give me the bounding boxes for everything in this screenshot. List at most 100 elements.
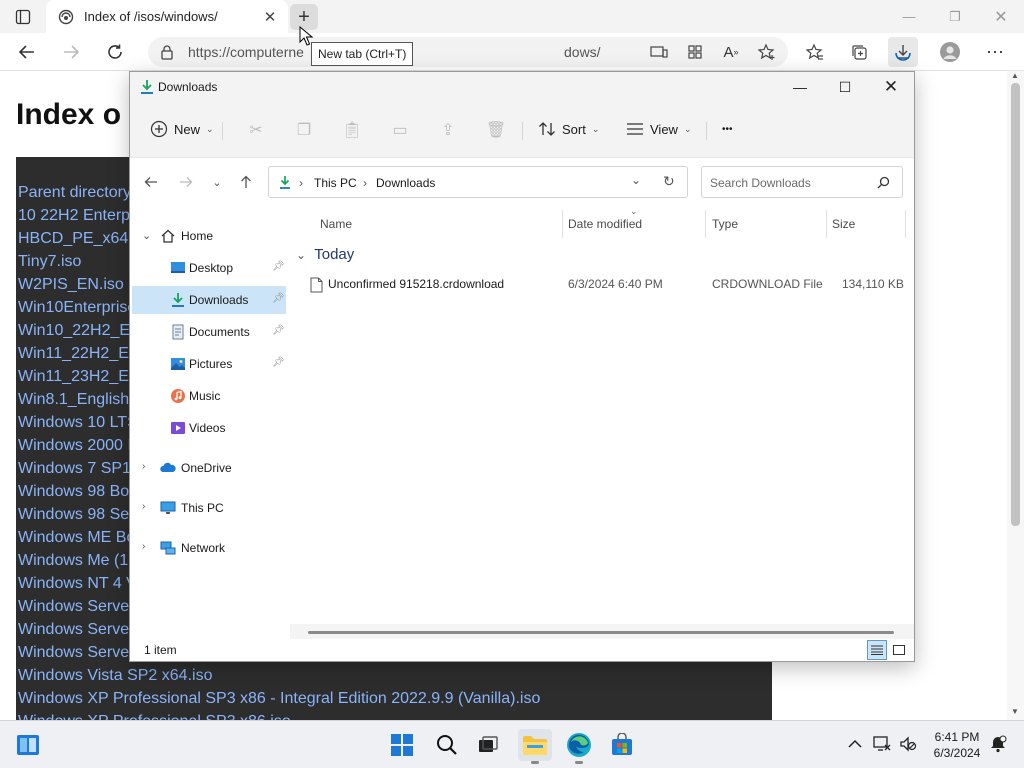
network-status-icon[interactable] — [872, 734, 892, 754]
sidebar-item-documents[interactable]: Documents 📌︎ — [132, 318, 286, 346]
column-divider[interactable] — [826, 210, 827, 238]
file-link[interactable]: Tiny7.iso — [18, 253, 81, 271]
up-folder-button[interactable] — [234, 170, 258, 194]
browser-tab[interactable]: Index of /isos/windows/ ✕ — [46, 0, 288, 33]
tiles-view-button[interactable] — [889, 640, 909, 660]
details-view-button[interactable] — [867, 640, 887, 660]
extensions-grid-icon[interactable] — [680, 37, 710, 67]
show-hidden-icons-chevron-icon[interactable] — [845, 734, 865, 754]
file-link[interactable]: Parent directory — [18, 184, 131, 202]
file-link[interactable]: Windows 2000 I — [18, 437, 132, 455]
collections-icon[interactable] — [844, 37, 874, 67]
widgets-button[interactable] — [11, 729, 45, 761]
column-divider[interactable] — [562, 210, 563, 238]
chevron-down-icon[interactable]: ⌄ — [631, 173, 641, 187]
explorer-title-bar[interactable]: Downloads — ☐ ✕ — [130, 72, 914, 102]
search-taskbar-button[interactable] — [430, 729, 464, 761]
file-link[interactable]: Windows Me (1 — [18, 552, 128, 570]
scroll-up-icon[interactable]: ▲ — [1011, 71, 1019, 80]
sidebar-item-pictures[interactable]: Pictures 📌︎ — [132, 350, 286, 378]
explorer-maximize-button[interactable]: ☐ — [822, 72, 868, 102]
browser-restore-button[interactable]: ❐ — [932, 0, 978, 33]
breadcrumb-this-pc[interactable]: This PC — [314, 176, 357, 190]
breadcrumb-downloads[interactable]: Downloads — [376, 176, 435, 190]
file-link[interactable]: Windows Server — [18, 598, 134, 616]
tab-actions-button[interactable] — [8, 6, 38, 28]
explorer-forward-button[interactable] — [174, 170, 198, 194]
store-taskbar-button[interactable] — [605, 729, 639, 761]
forward-button[interactable] — [56, 37, 86, 67]
explorer-close-button[interactable]: ✕ — [868, 72, 914, 102]
file-link[interactable]: Windows Server — [18, 644, 134, 662]
explorer-minimize-button[interactable]: — — [777, 72, 823, 102]
file-link[interactable]: Windows XP Professional SP3 x86.iso — [18, 713, 291, 720]
cut-icon[interactable]: ✂ — [244, 118, 268, 142]
file-link[interactable]: Windows Vista SP2 x64.iso — [18, 667, 212, 685]
chevron-right-icon[interactable]: › — [142, 501, 145, 512]
file-link[interactable]: Windows 98 Se — [18, 506, 129, 524]
recent-locations-icon[interactable]: ⌄ — [205, 170, 229, 194]
edge-taskbar-button[interactable] — [562, 729, 596, 764]
new-button[interactable]: New ⌄ — [150, 116, 214, 142]
volume-muted-icon[interactable] — [898, 734, 918, 754]
column-divider[interactable] — [705, 210, 706, 238]
taskbar-clock[interactable]: 6:41 PM 6/3/2024 — [928, 729, 986, 761]
file-link[interactable]: Windows ME Bo — [18, 529, 135, 547]
sidebar-item-downloads[interactable]: Downloads 📌︎ — [132, 286, 286, 314]
app-available-icon[interactable] — [644, 37, 674, 67]
file-explorer-taskbar-button[interactable] — [518, 729, 552, 764]
file-link[interactable]: Win11_22H2_En — [18, 345, 138, 363]
file-link[interactable]: Windows XP Professional SP3 x86 - Integr… — [18, 690, 540, 708]
file-link[interactable]: HBCD_PE_x64.is — [18, 230, 144, 248]
file-link[interactable]: Windows 7 SP1 — [18, 460, 131, 478]
column-header-date[interactable]: Date modified — [568, 217, 642, 231]
column-header-size[interactable]: Size — [832, 217, 855, 231]
view-button[interactable]: View ⌄ — [626, 116, 692, 142]
file-link[interactable]: Windows NT 4 V — [18, 575, 137, 593]
column-header-name[interactable]: Name — [320, 217, 352, 231]
start-button[interactable] — [385, 729, 419, 761]
more-options-icon[interactable]: ⋯ — [980, 37, 1010, 67]
sidebar-item-network[interactable]: › Network — [132, 534, 286, 562]
explorer-back-button[interactable] — [139, 170, 163, 194]
favorites-icon[interactable] — [800, 37, 830, 67]
tab-close-icon[interactable]: ✕ — [262, 9, 278, 26]
refresh-button[interactable] — [100, 37, 130, 67]
see-more-button[interactable]: ••• — [722, 116, 733, 142]
profile-avatar[interactable] — [935, 37, 965, 67]
scroll-thumb[interactable] — [1011, 83, 1020, 526]
horizontal-scroll-thumb[interactable] — [308, 631, 894, 634]
file-link[interactable]: Win10_22H2_En — [18, 322, 139, 340]
file-link[interactable]: Windows 98 Bo — [18, 483, 129, 501]
add-favorite-icon[interactable] — [752, 37, 782, 67]
scroll-down-icon[interactable]: ▼ — [1011, 707, 1019, 716]
search-input[interactable]: Search Downloads — [701, 166, 903, 198]
file-link[interactable]: Win10Enterprise — [18, 299, 136, 317]
browser-minimize-button[interactable]: — — [886, 0, 932, 33]
sidebar-item-desktop[interactable]: Desktop 📌︎ — [132, 254, 286, 282]
file-link[interactable]: W2PIS_EN.iso — [18, 276, 124, 294]
task-view-button[interactable] — [471, 729, 505, 761]
notification-icon[interactable] — [988, 734, 1008, 754]
back-button[interactable] — [12, 37, 42, 67]
sidebar-item-home[interactable]: ⌄ Home — [132, 222, 286, 250]
browser-close-button[interactable]: ✕ — [978, 0, 1024, 33]
file-link[interactable]: Win11_23H2_En — [18, 368, 138, 386]
chevron-right-icon[interactable]: › — [142, 461, 145, 472]
read-aloud-icon[interactable]: A» — [716, 37, 746, 67]
group-header-today[interactable]: ⌄ Today — [296, 246, 354, 263]
paste-icon[interactable]: 📋︎ — [340, 118, 364, 142]
rename-icon[interactable]: ▭ — [388, 118, 412, 142]
column-divider[interactable] — [905, 210, 906, 238]
delete-icon[interactable]: 🗑︎ — [484, 118, 508, 142]
chevron-right-icon[interactable]: › — [142, 541, 145, 552]
sidebar-item-onedrive[interactable]: › OneDrive — [132, 454, 286, 482]
file-link[interactable]: Win8.1_English_ — [18, 391, 138, 409]
refresh-icon[interactable]: ↻ — [663, 173, 675, 190]
sidebar-item-videos[interactable]: Videos — [132, 414, 286, 442]
copy-icon[interactable]: ❐ — [292, 118, 316, 142]
downloads-icon[interactable] — [888, 37, 918, 67]
share-icon[interactable]: ⇪ — [436, 118, 460, 142]
breadcrumb[interactable]: › This PC › Downloads ⌄ ↻ — [268, 166, 688, 198]
sidebar-item-this-pc[interactable]: › This PC — [132, 494, 286, 522]
